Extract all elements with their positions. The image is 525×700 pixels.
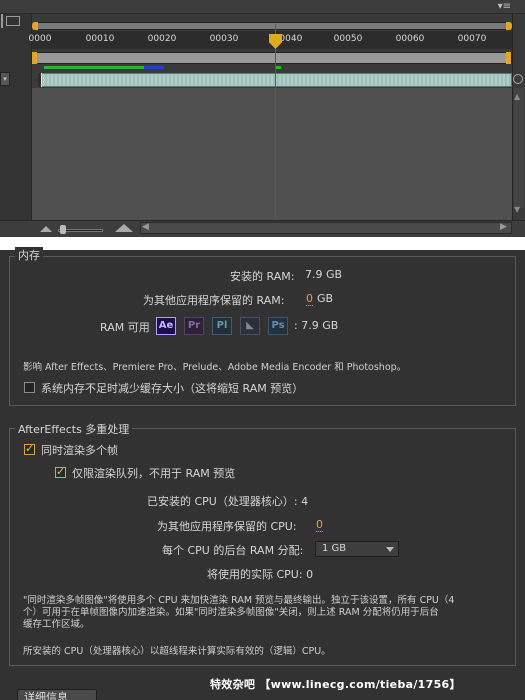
installed-cpus-label: 已安装的 CPU（处理器核心）: 4 [147,495,309,508]
work-area-bar[interactable] [32,52,512,64]
layer-outline-column [0,14,32,237]
scroll-left-arrow-icon[interactable]: ◀ [142,222,149,232]
installed-ram-value: 7.9 GB [305,268,343,281]
ruler-label-30: 00030 [209,34,239,44]
reserved-cpus-value[interactable]: 0 [316,518,323,532]
actual-cpus-label: 将使用的实际 CPU: 0 [207,568,314,581]
ram-available-label: RAM 可用 [100,321,150,334]
media-encoder-app-icon: ◣ [240,317,260,335]
time-navigator-bar[interactable] [32,22,512,30]
prelude-app-icon: Pl [212,317,232,335]
reserved-ram-value[interactable]: 0 [306,292,313,306]
after-effects-app-icon: Ae [156,317,176,335]
render-multiple-frames-label[interactable]: 同时渲染多个帧 [41,442,118,458]
layer-expand-dropdown[interactable]: ▾ [0,72,10,86]
memory-section-title: 内存 [15,247,43,263]
multiprocessing-note-line3: 缓存工作区域。 [23,619,90,630]
multiprocessing-section-title: AfterEffects 多重处理 [15,421,133,437]
reserved-ram-unit: GB [317,292,334,305]
ram-cache-indicator [44,66,144,69]
comp-navigator-icon[interactable] [1,14,20,28]
installed-ram-label: 安装的 RAM: [230,270,295,283]
reduce-cache-label[interactable]: 系统内存不足时减少缓存大小（这将缩短 RAM 预览） [41,380,303,396]
chevron-down-icon [386,547,394,552]
details-button[interactable]: 详细信息 [17,689,97,700]
zoom-out-icon[interactable] [40,226,52,232]
ram-per-cpu-label: 每个 CPU 的后台 RAM 分配: [162,544,304,557]
ruler-label-10: 00010 [85,34,115,44]
premiere-pro-app-icon: Pr [184,317,204,335]
ram-per-cpu-value: 1 GB [322,543,347,554]
ruler-label-60: 00060 [395,34,425,44]
affects-apps-note: 影响 After Effects、Premiere Pro、Prelude、Ad… [23,362,407,373]
zoom-slider-knob[interactable] [60,225,66,234]
timeline-tab-strip [0,0,525,14]
ruler-label-20: 00020 [147,34,177,44]
reserved-cpus-label: 为其他应用程序保留的 CPU: [157,520,297,533]
render-queue-only-checkbox[interactable] [55,465,66,478]
shy-layers-icon[interactable] [513,74,523,84]
ram-available-value: : 7.9 GB [294,319,339,332]
scroll-up-arrow-icon[interactable]: ▲ [514,92,520,101]
reserved-ram-label: 为其他应用程序保留的 RAM: [143,294,285,307]
ruler-label-0: 0000 [28,34,52,44]
scroll-right-arrow-icon[interactable]: ▶ [500,222,507,232]
render-multiple-frames-checkbox[interactable] [24,442,35,455]
work-area-start-handle[interactable] [32,52,37,64]
time-navigator-start-handle[interactable] [32,22,38,30]
zoom-in-icon[interactable] [115,224,133,232]
scroll-down-arrow-icon[interactable]: ▼ [514,205,520,214]
ruler-label-70: 00070 [457,34,487,44]
layer-tracks-area [32,88,512,220]
horizontal-scrollbar[interactable] [140,222,512,234]
ruler-label-50: 00050 [333,34,363,44]
photoshop-app-icon: Ps [268,317,288,335]
panel-menu-icon[interactable]: ▾≡ [498,1,511,12]
ram-per-cpu-dropdown[interactable]: 1 GB [315,541,399,557]
reduce-cache-checkbox[interactable] [24,382,35,393]
work-area-end-handle[interactable] [506,52,511,64]
layer-in-point-marker[interactable] [38,73,42,87]
disk-cache-indicator [144,66,164,69]
site-watermark: 特效杂吧 【www.linecg.com/tieba/1756】 [210,678,461,691]
render-queue-only-label[interactable]: 仅限渲染队列，不用于 RAM 预览 [72,465,235,481]
vertical-scroll-track[interactable] [514,88,524,208]
logical-cpu-note: 所安装的 CPU（处理器核心）以超线程来计算实际有效的（逻辑）CPU。 [23,646,331,657]
current-time-indicator-line[interactable] [275,24,276,236]
timeline-panel: ▾≡ ▾ 0000 00010 00020 00030 00040 00050 … [0,0,525,237]
